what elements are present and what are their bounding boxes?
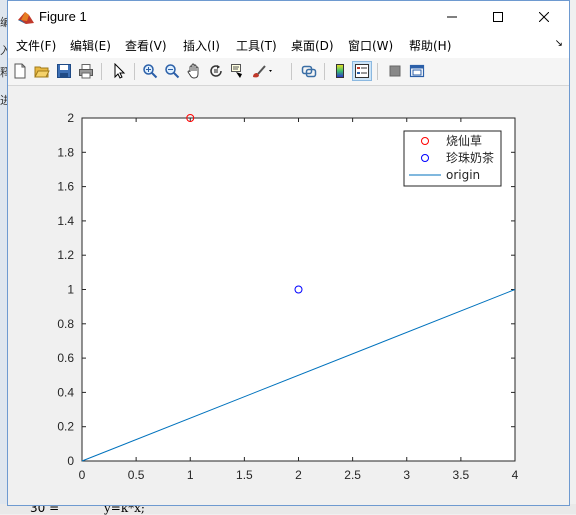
y-tick-label: 1.6 — [57, 180, 74, 194]
x-tick-label: 2.5 — [344, 468, 361, 482]
y-tick-label: 1 — [67, 283, 74, 297]
x-tick-label: 1 — [187, 468, 194, 482]
y-tick-label: 1.8 — [57, 145, 74, 159]
y-tick-label: 0.2 — [57, 420, 74, 434]
y-tick-label: 1.2 — [57, 248, 74, 262]
legend-label: origin — [446, 168, 480, 182]
x-tick-label: 4 — [512, 468, 519, 482]
legend[interactable]: 烧仙草珍珠奶茶 origin — [403, 130, 502, 187]
legend-label: 珍珠奶茶 — [446, 150, 494, 165]
figure-canvas: 0 0.5 1 1.5 2 2.5 3 3.5 4 0 0.2 0.4 0.6 0.8 1 1.2 1.4 1.6… — [57, 111, 519, 482]
y-tick-label: 0 — [67, 454, 74, 468]
x-tick-label: 2 — [295, 468, 302, 482]
x-tick-label: 1.5 — [236, 468, 253, 482]
legend-label: 烧仙草 — [446, 134, 482, 148]
x-tick-label: 0.5 — [128, 468, 145, 482]
x-tick-label: 3 — [403, 468, 410, 482]
y-tick-label: 1.4 — [57, 214, 74, 228]
x-tick-label: 0 — [79, 468, 86, 482]
y-tick-label: 0.8 — [57, 317, 74, 331]
y-tick-label: 2 — [67, 111, 74, 125]
figure-window: Figure 1 文件(F) 编辑(E) 查看(V) 插入(I) 工具(T) 桌… — [7, 0, 570, 506]
x-tick-label: 3.5 — [453, 468, 470, 482]
y-tick-label: 0.6 — [57, 351, 74, 365]
y-tick-label: 0.4 — [57, 385, 74, 399]
